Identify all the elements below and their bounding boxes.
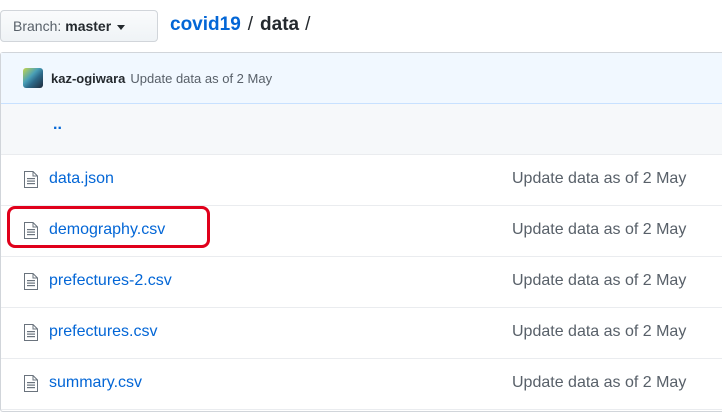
avatar[interactable] xyxy=(23,68,43,88)
breadcrumb: covid19 / data / xyxy=(170,10,310,40)
branch-name: master xyxy=(65,18,112,34)
file-icon xyxy=(24,273,38,290)
parent-directory-link[interactable]: .. xyxy=(53,116,62,134)
file-commit-message[interactable]: Update data as of 2 May xyxy=(512,272,686,290)
breadcrumb-repo-link[interactable]: covid19 xyxy=(170,14,241,36)
file-row: prefectures.csv Update data as of 2 May xyxy=(1,308,722,359)
file-icon xyxy=(24,171,38,188)
breadcrumb-trailing-slash: / xyxy=(305,14,311,35)
file-row: summary.csv Update data as of 2 May xyxy=(1,359,722,410)
file-name-link[interactable]: summary.csv xyxy=(49,374,142,392)
file-row: prefectures-2.csv Update data as of 2 May xyxy=(1,257,722,308)
file-name-link[interactable]: prefectures-2.csv xyxy=(49,272,172,290)
file-row: data.json Update data as of 2 May xyxy=(1,155,722,206)
file-commit-message[interactable]: Update data as of 2 May xyxy=(512,323,686,341)
file-commit-message[interactable]: Update data as of 2 May xyxy=(512,374,686,392)
commit-message[interactable]: Update data as of 2 May xyxy=(130,71,272,86)
file-icon xyxy=(24,324,38,341)
commit-author[interactable]: kaz-ogiwara xyxy=(51,71,125,86)
parent-directory-row: .. xyxy=(1,104,722,155)
repo-header: Branch: master covid19 / data / xyxy=(0,0,722,52)
file-name-link[interactable]: demography.csv xyxy=(49,221,165,239)
file-row: demography.csv Update data as of 2 May xyxy=(1,206,722,257)
caret-down-icon xyxy=(117,24,126,30)
branch-label: Branch: xyxy=(13,18,62,34)
file-name-link[interactable]: data.json xyxy=(49,170,114,188)
file-commit-message[interactable]: Update data as of 2 May xyxy=(512,221,686,239)
file-name-link[interactable]: prefectures.csv xyxy=(49,323,157,341)
latest-commit-bar: kaz-ogiwara Update data as of 2 May xyxy=(1,53,722,104)
breadcrumb-current: data xyxy=(260,14,300,35)
file-icon xyxy=(24,375,38,392)
file-commit-message[interactable]: Update data as of 2 May xyxy=(512,170,686,188)
file-icon xyxy=(24,222,38,239)
branch-selector-button[interactable]: Branch: master xyxy=(0,10,158,42)
file-listing: kaz-ogiwara Update data as of 2 May .. d… xyxy=(0,52,722,412)
breadcrumb-separator: / xyxy=(247,14,254,35)
